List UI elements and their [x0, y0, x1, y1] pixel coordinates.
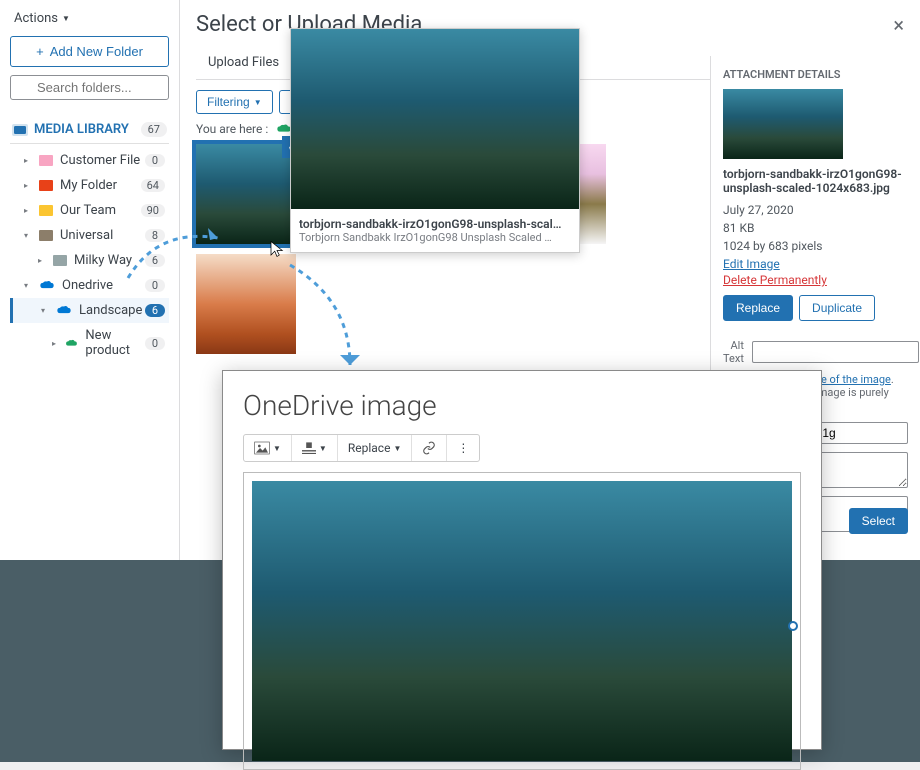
caret-icon: ▸: [24, 206, 32, 215]
drag-arrow-icon: [280, 260, 380, 380]
align-icon: [302, 442, 316, 454]
tooltip-image: [291, 29, 579, 209]
edit-image-link[interactable]: Edit Image: [723, 257, 908, 271]
actions-dropdown[interactable]: Actions: [10, 9, 74, 28]
folder-label: My Folder: [60, 178, 117, 193]
sidebar-item-customer-file[interactable]: ▸ Customer File 0: [10, 148, 169, 173]
folder-count: 64: [141, 179, 165, 192]
editor-window: OneDrive image ▼ ▼ Replace ▼ ⋮: [222, 370, 822, 750]
details-thumbnail: [723, 89, 843, 159]
folder-label: Landscape: [79, 303, 142, 318]
plus-icon: +: [36, 44, 44, 59]
chevron-down-icon: ▼: [319, 444, 327, 453]
add-new-folder-button[interactable]: + Add New Folder: [10, 36, 169, 67]
details-header: ATTACHMENT DETAILS: [723, 68, 908, 81]
delete-permanently-link[interactable]: Delete Permanently: [723, 273, 908, 287]
duplicate-button[interactable]: Duplicate: [799, 295, 875, 321]
replace-button[interactable]: Replace: [723, 295, 793, 321]
search-folders-input[interactable]: [10, 75, 169, 100]
close-icon[interactable]: ×: [893, 13, 904, 37]
select-button[interactable]: Select: [849, 508, 908, 534]
align-button[interactable]: ▼: [292, 435, 338, 461]
sidebar-item-landscape[interactable]: ▾ Landscape6: [10, 298, 169, 323]
cursor-icon: [268, 240, 286, 262]
caret-icon: ▸: [38, 256, 46, 265]
sidebar-item-new-product[interactable]: ▸ New product0: [10, 323, 169, 363]
tab-upload-files[interactable]: Upload Files: [196, 47, 291, 79]
caret-icon: ▸: [24, 181, 32, 190]
caret-icon: ▾: [24, 281, 32, 290]
folder-icon: [39, 155, 53, 166]
breadcrumb-label: You are here :: [196, 122, 268, 136]
folder-icon: [39, 180, 53, 191]
caret-icon: ▸: [52, 339, 58, 348]
editor-title: OneDrive image: [243, 389, 801, 422]
drag-arrow-icon: [118, 218, 238, 288]
tooltip-subtitle: Torbjorn Sandbakk IrzO1gonG98 Unsplash S…: [299, 231, 571, 244]
tooltip-title: torbjorn-sandbakk-irzO1gonG98-unsplash-s…: [299, 217, 571, 231]
library-icon: [12, 124, 28, 136]
folder-icon: [39, 205, 53, 216]
editor-toolbar: ▼ ▼ Replace ▼ ⋮: [243, 434, 480, 462]
chevron-down-icon: ▼: [393, 444, 401, 453]
kebab-icon: ⋮: [457, 441, 469, 455]
editor-image-wrap[interactable]: [243, 472, 801, 770]
sidebar-item-my-folder[interactable]: ▸ My Folder 64: [10, 173, 169, 198]
library-count: 67: [141, 122, 167, 137]
link-button[interactable]: [412, 435, 447, 461]
chevron-down-icon: ▼: [273, 444, 281, 453]
image-block-button[interactable]: ▼: [244, 435, 292, 461]
add-folder-label: Add New Folder: [50, 44, 143, 59]
caret-icon: ▾: [41, 306, 49, 315]
details-date: July 27, 2020: [723, 201, 908, 219]
editor-image: [252, 481, 792, 761]
folder-count: 0: [145, 154, 165, 167]
folder-count: 6: [145, 304, 165, 317]
folder-count: 90: [141, 204, 165, 217]
media-library-header[interactable]: MEDIA LIBRARY: [12, 122, 129, 137]
alt-text-input[interactable]: [752, 341, 919, 363]
folder-label: Universal: [60, 228, 113, 243]
details-dimensions: 1024 by 683 pixels: [723, 237, 908, 255]
onedrive-icon: [65, 338, 78, 349]
folder-label: Customer File: [60, 153, 140, 168]
folder-icon: [53, 255, 67, 266]
filtering-button[interactable]: Filtering ▼: [196, 90, 273, 114]
onedrive-icon: [39, 280, 55, 291]
folder-count: 0: [145, 337, 165, 350]
preview-tooltip: torbjorn-sandbakk-irzO1gonG98-unsplash-s…: [290, 28, 580, 253]
more-button[interactable]: ⋮: [447, 435, 479, 461]
image-icon: [254, 441, 270, 455]
caret-icon: ▾: [24, 231, 32, 240]
folder-label: New product: [85, 328, 145, 358]
link-icon: [422, 441, 436, 455]
details-filename: torbjorn-sandbakk-irzO1gonG98-unsplash-s…: [723, 167, 908, 195]
alt-text-label: Alt Text: [723, 339, 744, 365]
folder-label: Our Team: [60, 203, 116, 218]
details-size: 81 KB: [723, 219, 908, 237]
replace-dropdown[interactable]: Replace ▼: [338, 435, 413, 461]
caret-icon: ▸: [24, 156, 32, 165]
folder-icon: [39, 230, 53, 241]
folder-label: Onedrive: [62, 278, 113, 293]
chevron-down-icon: ▼: [254, 98, 262, 107]
onedrive-icon: [56, 305, 72, 316]
resize-handle[interactable]: [788, 621, 798, 631]
